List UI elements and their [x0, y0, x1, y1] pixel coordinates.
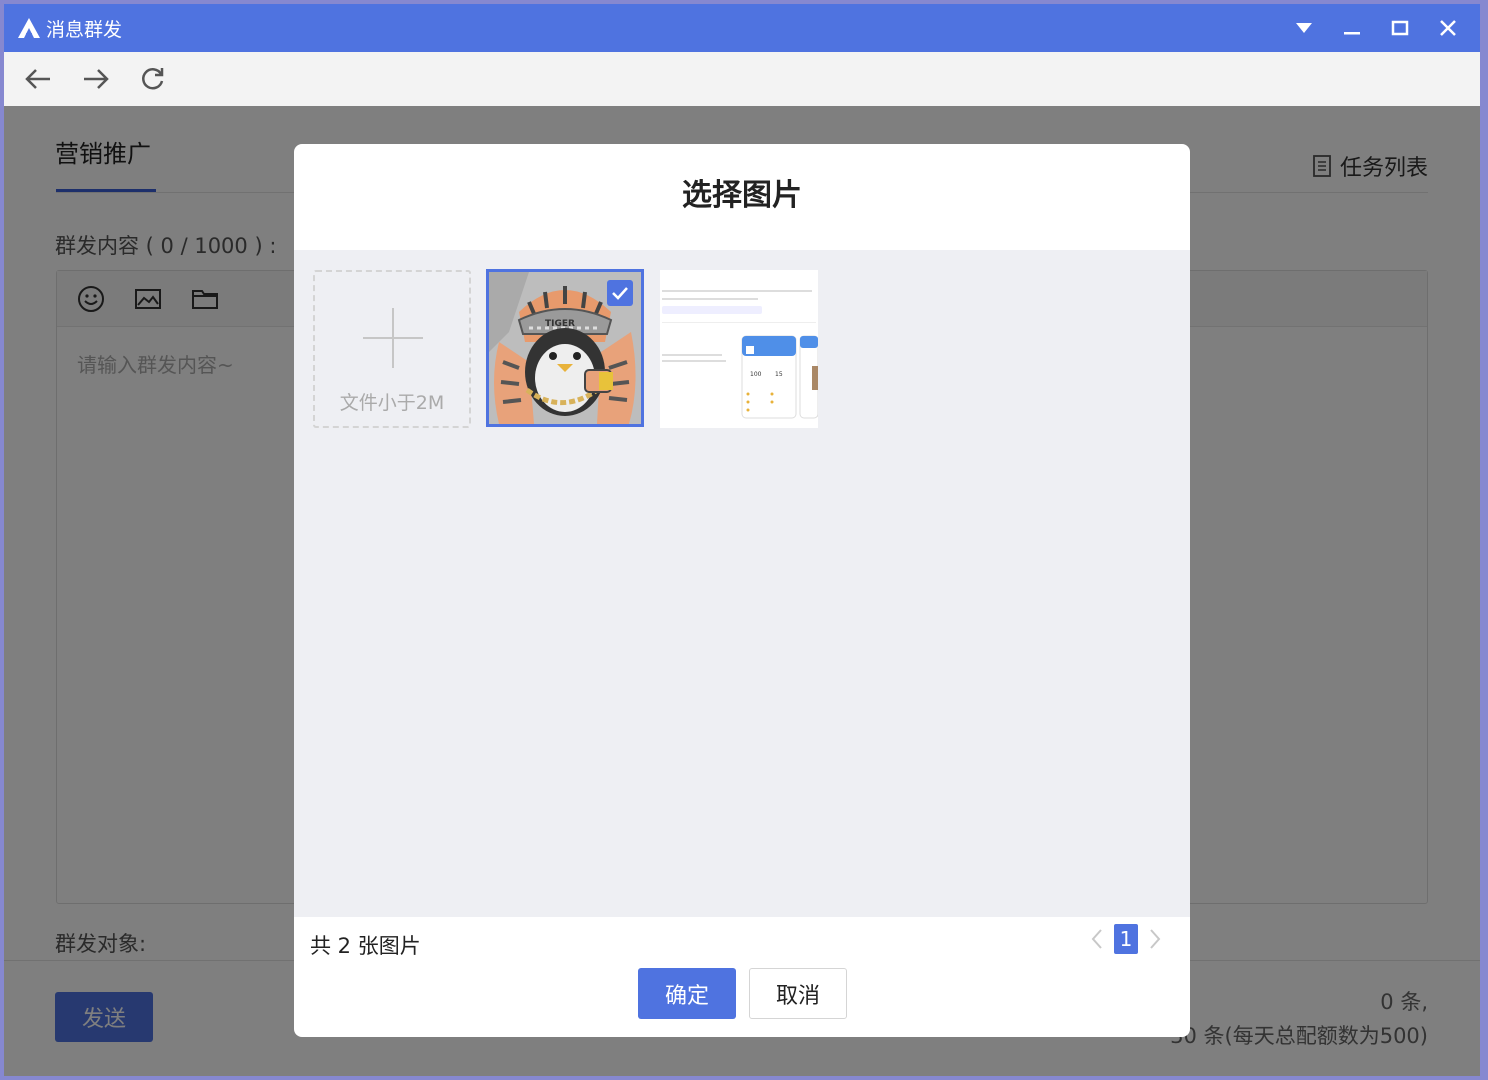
chevron-left-icon — [1091, 929, 1102, 949]
dropdown-button[interactable] — [1280, 4, 1328, 52]
maximize-icon — [1391, 20, 1409, 36]
cancel-button[interactable]: 取消 — [749, 968, 847, 1019]
back-button[interactable] — [24, 52, 82, 106]
refresh-icon — [142, 68, 164, 90]
document-screenshot-image: 100 15 — [660, 270, 818, 428]
upload-image-tile[interactable]: 文件小于2M — [313, 270, 471, 428]
dropdown-icon — [1296, 23, 1312, 33]
close-icon — [1440, 20, 1456, 36]
app-title: 消息群发 — [46, 18, 123, 41]
close-button[interactable] — [1424, 4, 1472, 52]
window-controls — [1280, 4, 1472, 52]
stat-b: 15 — [775, 371, 783, 378]
confirm-button[interactable]: 确定 — [638, 968, 736, 1019]
select-image-modal: 选择图片 文件小于2M TIGER 100 15 共 2 张图片 1 确定 取消 — [294, 144, 1190, 1037]
pagination: 1 — [1084, 924, 1168, 954]
minimize-icon — [1344, 32, 1360, 35]
image-thumbnail-selected[interactable]: TIGER — [486, 269, 644, 427]
modal-title: 选择图片 — [682, 178, 802, 213]
prev-page-button[interactable] — [1084, 924, 1110, 954]
chevron-right-icon — [1150, 929, 1161, 949]
maximize-button[interactable] — [1376, 4, 1424, 52]
minimize-button[interactable] — [1328, 4, 1376, 52]
refresh-button[interactable] — [140, 52, 198, 106]
app-logo-icon — [16, 16, 42, 40]
image-grid: 文件小于2M TIGER 100 15 — [294, 250, 1190, 917]
page-number-current[interactable]: 1 — [1114, 924, 1138, 954]
back-icon — [25, 69, 50, 89]
nav-bar — [4, 52, 1480, 106]
check-icon — [612, 287, 628, 300]
selected-checkbox[interactable] — [607, 280, 633, 306]
image-thumbnail[interactable]: 100 15 — [660, 270, 818, 428]
cap-text: TIGER — [545, 319, 575, 329]
plus-icon — [363, 308, 423, 368]
image-count: 共 2 张图片 — [310, 934, 421, 958]
forward-button[interactable] — [82, 52, 140, 106]
app-window: 消息群发 营销推广 — [0, 0, 1488, 1080]
forward-icon — [84, 69, 109, 89]
upload-hint: 文件小于2M — [339, 392, 445, 414]
title-bar: 消息群发 — [4, 4, 1480, 52]
next-page-button[interactable] — [1142, 924, 1168, 954]
stat-a: 100 — [750, 371, 762, 378]
